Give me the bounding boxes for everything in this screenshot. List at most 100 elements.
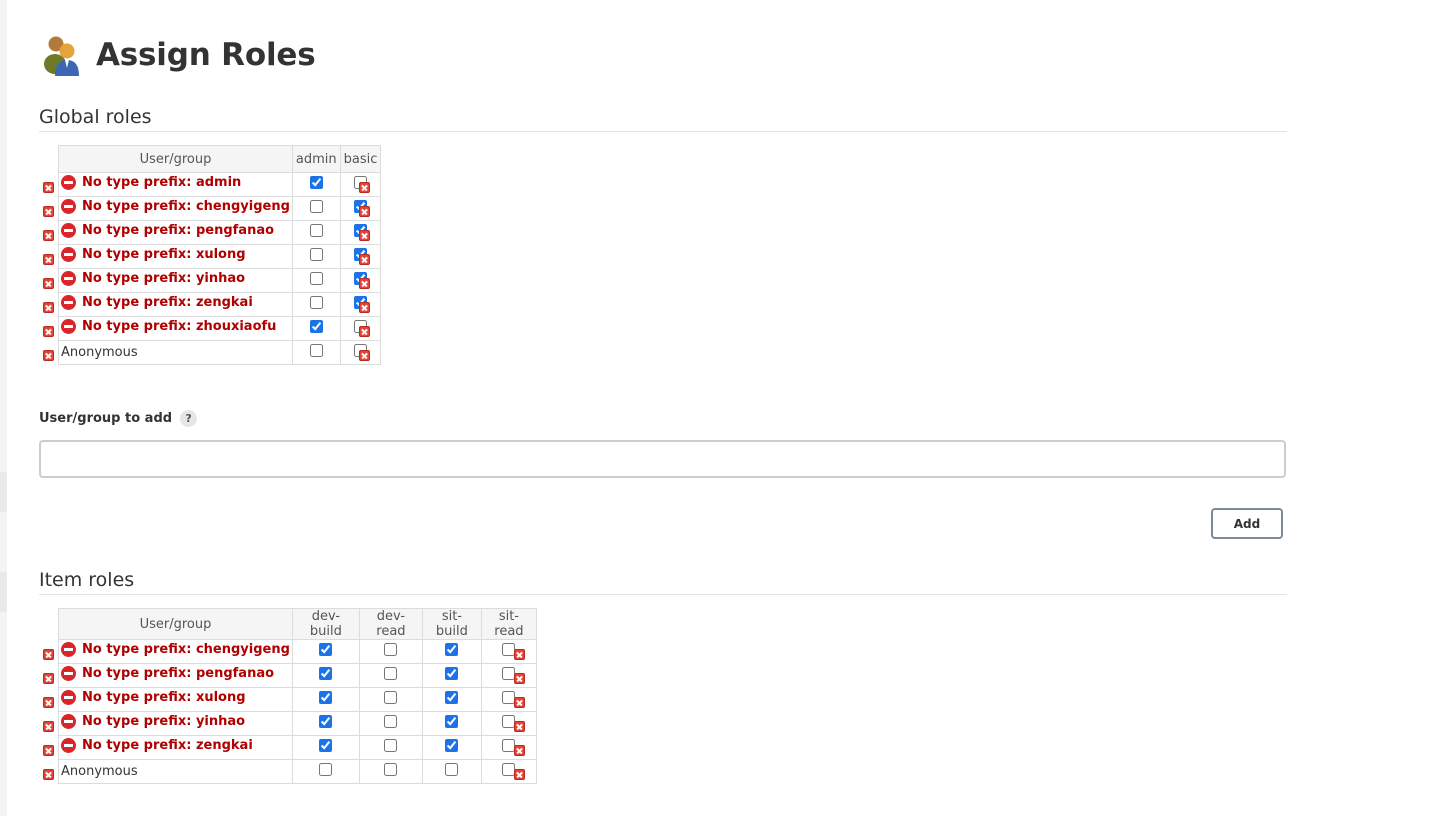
delete-row-right-icon[interactable]: [359, 254, 370, 265]
role-checkbox-admin[interactable]: [309, 344, 323, 357]
user-cell: No type prefix: pengfanao: [58, 220, 293, 245]
role-checkbox-admin[interactable]: [309, 200, 323, 213]
delete-row-right-icon[interactable]: [514, 769, 525, 780]
role-checkbox-dev-read[interactable]: [384, 739, 398, 752]
user-group-to-add-text: User/group to add: [39, 411, 173, 426]
role-checkbox-admin[interactable]: [309, 296, 323, 309]
user-name: No type prefix: zengkai: [82, 738, 253, 753]
user-name: Anonymous: [61, 345, 138, 360]
role-cell: [421, 711, 482, 736]
delete-row-left-icon[interactable]: [43, 350, 54, 361]
delete-row-right-icon[interactable]: [514, 697, 525, 708]
role-checkbox-admin[interactable]: [309, 272, 323, 285]
delete-row-left-icon[interactable]: [43, 697, 54, 708]
add-button[interactable]: Add: [1211, 508, 1283, 539]
role-cell: [358, 711, 423, 736]
role-cell: [421, 735, 482, 760]
role-checkbox-dev-build[interactable]: [319, 715, 333, 728]
role-checkbox-sit-build[interactable]: [445, 715, 459, 728]
table-row: No type prefix: yinhao: [58, 711, 537, 736]
table-row: No type prefix: chengyigeng: [58, 196, 382, 221]
table-row: No type prefix: pengfanao: [58, 220, 382, 245]
role-cell: [291, 220, 341, 245]
delete-row-left-icon[interactable]: [43, 649, 54, 660]
delete-row-left-icon[interactable]: [43, 673, 54, 684]
unknown-user-label: No type prefix: yinhao: [61, 271, 245, 286]
user-group-to-add-input[interactable]: [39, 440, 1286, 478]
no-entry-icon: [61, 295, 76, 310]
role-checkbox-sit-build[interactable]: [445, 643, 459, 656]
delete-row-right-icon[interactable]: [514, 673, 525, 684]
page-title: Assign Roles: [96, 37, 316, 73]
delete-row-left-icon[interactable]: [43, 721, 54, 732]
delete-row-left-icon[interactable]: [43, 182, 54, 193]
user-cell: Anonymous: [58, 340, 293, 365]
role-checkbox-admin[interactable]: [309, 176, 323, 189]
delete-row-left-icon[interactable]: [43, 278, 54, 289]
unknown-user-label: No type prefix: yinhao: [61, 714, 245, 729]
no-entry-icon: [61, 271, 76, 286]
role-checkbox-dev-read[interactable]: [384, 691, 398, 704]
delete-row-right-icon[interactable]: [514, 721, 525, 732]
role-cell: [291, 663, 360, 688]
role-checkbox-dev-build[interactable]: [319, 691, 333, 704]
role-cell: [291, 735, 360, 760]
role-cell: [291, 244, 341, 269]
delete-row-left-icon[interactable]: [43, 254, 54, 265]
delete-row-right-icon[interactable]: [514, 649, 525, 660]
role-checkbox-admin[interactable]: [309, 320, 323, 333]
role-checkbox-admin[interactable]: [309, 248, 323, 261]
user-name: No type prefix: chengyigeng: [82, 642, 290, 657]
role-header-sit-build: sit-build: [421, 608, 482, 640]
role-checkbox-dev-build[interactable]: [319, 739, 333, 752]
delete-row-left-icon[interactable]: [43, 745, 54, 756]
delete-row-right-icon[interactable]: [359, 278, 370, 289]
role-cell: [358, 759, 423, 784]
page-header: Assign Roles: [40, 30, 316, 80]
role-checkbox-sit-build[interactable]: [445, 667, 459, 680]
role-checkbox-dev-read[interactable]: [384, 715, 398, 728]
role-checkbox-sit-build[interactable]: [445, 763, 459, 776]
delete-row-right-icon[interactable]: [359, 350, 370, 361]
delete-row-right-icon[interactable]: [359, 302, 370, 313]
delete-row-right-icon[interactable]: [359, 230, 370, 241]
delete-row-right-icon[interactable]: [359, 182, 370, 193]
user-cell: No type prefix: pengfanao: [58, 663, 293, 688]
unknown-user-label: No type prefix: chengyigeng: [61, 199, 290, 214]
role-cell: [291, 196, 341, 221]
item-roles-table: User/group dev-build dev-read sit-build sit-…: [58, 608, 537, 784]
table-header-row: User/group dev-build dev-read sit-build sit-…: [58, 608, 537, 640]
role-header-dev-build: dev-build: [291, 608, 360, 640]
role-checkbox-dev-build[interactable]: [319, 643, 333, 656]
unknown-user-label: No type prefix: xulong: [61, 690, 246, 705]
user-cell: No type prefix: yinhao: [58, 711, 293, 736]
delete-row-left-icon[interactable]: [43, 302, 54, 313]
no-entry-icon: [61, 642, 76, 657]
divider: [39, 594, 1287, 595]
user-cell: No type prefix: zengkai: [58, 735, 293, 760]
user-name: No type prefix: xulong: [82, 247, 246, 262]
role-checkbox-dev-build[interactable]: [319, 667, 333, 680]
delete-row-left-icon[interactable]: [43, 326, 54, 337]
role-checkbox-admin[interactable]: [309, 224, 323, 237]
delete-row-left-icon[interactable]: [43, 230, 54, 241]
role-checkbox-dev-read[interactable]: [384, 643, 398, 656]
role-cell: [291, 268, 341, 293]
delete-row-right-icon[interactable]: [359, 206, 370, 217]
help-icon[interactable]: ?: [180, 410, 198, 427]
delete-row-left-icon[interactable]: [43, 206, 54, 217]
role-checkbox-sit-build[interactable]: [445, 739, 459, 752]
role-checkbox-dev-build[interactable]: [319, 763, 333, 776]
role-checkbox-dev-read[interactable]: [384, 763, 398, 776]
role-checkbox-sit-build[interactable]: [445, 691, 459, 704]
table-row: No type prefix: xulong: [58, 687, 537, 712]
user-cell: No type prefix: chengyigeng: [58, 639, 293, 664]
delete-row-right-icon[interactable]: [359, 326, 370, 337]
divider: [39, 131, 1287, 132]
role-cell: [291, 316, 341, 341]
delete-row-right-icon[interactable]: [514, 745, 525, 756]
role-header-admin: admin: [291, 145, 341, 173]
role-cell: [291, 639, 360, 664]
delete-row-left-icon[interactable]: [43, 769, 54, 780]
role-checkbox-dev-read[interactable]: [384, 667, 398, 680]
